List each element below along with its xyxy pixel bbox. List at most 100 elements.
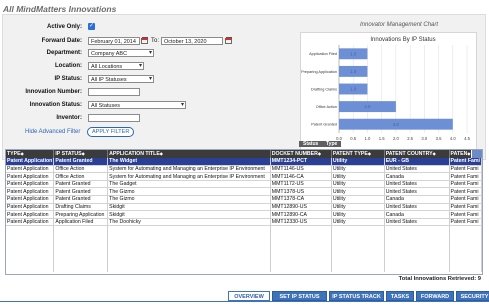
x-tick-label: 2.5 [407,136,413,141]
column-header[interactable]: PATENT COUNTRY◆ [384,150,450,158]
table-cell: Patent Application [6,157,55,166]
empty-cell [270,263,332,272]
empty-cell [449,225,482,234]
calendar-icon[interactable] [225,37,233,45]
empty-cell [449,233,482,242]
empty-cell [449,248,482,257]
table-cell: United States [384,165,450,174]
empty-cell [107,248,271,257]
page-title: All MindMatters Innovations [3,4,117,14]
table-cell: Drafting Claims [53,203,109,212]
column-header[interactable]: IP STATUS◆ [53,150,109,158]
x-tick-label: 4.5 [464,136,470,141]
table-cell: Patent Application [6,165,55,174]
apply-filter-button[interactable]: APPLY FILTER [87,127,135,137]
x-tick-label: 1.5 [379,136,385,141]
table-cell: Patent Fami [449,165,482,174]
table-cell: The Widget [107,157,271,166]
empty-cell [331,225,385,234]
table-row[interactable]: Patent Application Patent Granted The Gizm… [6,195,482,204]
forward-date-label: Forward Date: [41,38,82,44]
table-cell: System for Automating and Managing an En… [107,172,271,181]
table-cell: Patent Fami [449,187,482,197]
innovation-number-input[interactable] [88,88,140,96]
empty-cell [6,225,55,234]
table-cell: Patent Fami [449,180,482,189]
table-cell: Canada [384,210,450,219]
table-cell: Utility [331,218,385,227]
tab-set-ip-status[interactable]: SET IP STATUS [272,291,327,301]
hide-advanced-filter-link[interactable]: Hide Advanced Filter [25,129,80,135]
sort-icon: ◆ [432,150,436,156]
table-row[interactable]: Patent Application Office Action System fo… [6,165,482,174]
department-select[interactable]: Company ABC [88,49,154,57]
table-cell: Patent Fami [449,172,482,181]
to-label: To: [151,38,160,44]
bar-value-label: 4.0 [393,122,400,127]
empty-cell [270,256,332,264]
empty-cell [53,225,109,234]
forward-date-from-input[interactable]: February 01, 2014 [88,37,140,45]
table-row[interactable]: Patent Application Office Action System fo… [6,172,482,181]
forward-date-to-input[interactable]: October 13, 2020 [161,37,223,45]
table-cell: United States [384,203,450,212]
tab-security[interactable]: SECURITY [456,291,489,301]
empty-cell [449,256,482,264]
table-cell: System for Automating and Managing an En… [107,165,271,174]
empty-cell [53,248,109,257]
chart-title: Innovations By IP Status [370,37,435,43]
category-label: Office Action [316,105,337,109]
table-cell: MMT12330-US [270,218,332,227]
department-value: Company ABC [91,51,128,57]
chart-tab-status[interactable]: Status [299,141,323,147]
bar-value-label: 2.0 [364,104,371,109]
table-row[interactable]: Patent Application Application Filed The D… [6,218,482,227]
column-header[interactable]: TYPE◆ [6,150,55,158]
innovation-status-select[interactable]: All Statuses [88,101,186,109]
table-row[interactable]: Patent Application Patent Granted The Gizm… [6,187,482,197]
bar-value-label: 1.0 [350,87,357,92]
chart-tab-type[interactable]: Type [322,141,342,147]
column-header[interactable]: DOCKET NUMBER◆ [270,150,332,158]
chart-section-title: Innovator Management Chart [360,22,439,28]
tab-tasks[interactable]: TASKS [386,291,414,301]
active-only-checkbox[interactable]: ✓ [88,23,95,30]
x-tick-label: 4.0 [450,136,456,141]
column-header[interactable]: APPLICATION TITLE◆ [107,150,271,158]
table-row[interactable]: Patent Application Drafting Claims Skidgit… [6,203,482,212]
table-cell: Preparing Application [53,210,109,219]
location-select[interactable]: All Locations [88,62,144,70]
table-cell: Patent Application [6,203,55,212]
x-tick-label: 3.5 [436,136,442,141]
table-cell: The Gizmo [107,195,271,204]
table-cell: MMT1378-US [270,187,332,197]
table-cell: Canada [384,172,450,181]
table-cell: Patent Application [6,172,55,181]
empty-cell [6,248,55,257]
sort-icon: ◆ [467,150,471,156]
inventor-label: Inventor: [56,115,82,121]
table-cell: Utility [331,195,385,204]
column-header[interactable]: PATENT TYPE◆ [331,150,385,158]
column-menu-button[interactable] [471,150,482,158]
tab-forward[interactable]: FORWARD [416,291,454,301]
table-row[interactable]: Patent Application Patent Granted The Widg… [6,157,482,166]
inventor-input[interactable] [88,114,140,122]
category-label: Preparing Application [301,70,337,74]
empty-cell [449,263,482,272]
table-row[interactable]: Patent Application Preparing Application S… [6,210,482,219]
category-label: Drafting Claims [311,87,337,91]
tab-overview[interactable]: OVERVIEW [228,291,270,301]
tab-ip-status-track[interactable]: IP STATUS TRACK [329,291,384,301]
ip-status-select[interactable]: All IP Statuses [88,75,154,83]
empty-cell [6,263,55,272]
innovation-status-label: Innovation Status: [29,102,82,108]
category-label: Application Filed [309,52,337,56]
table-cell: Skidgit [107,203,271,212]
empty-cell [53,241,109,249]
table-row[interactable]: Patent Application Patent Granted The Gadg… [6,180,482,189]
table-cell: Patent Application [6,187,55,197]
empty-cell [6,233,55,242]
calendar-icon[interactable] [141,37,149,45]
total-innovations: Total Innovations Retrieved: 9 [398,276,481,282]
